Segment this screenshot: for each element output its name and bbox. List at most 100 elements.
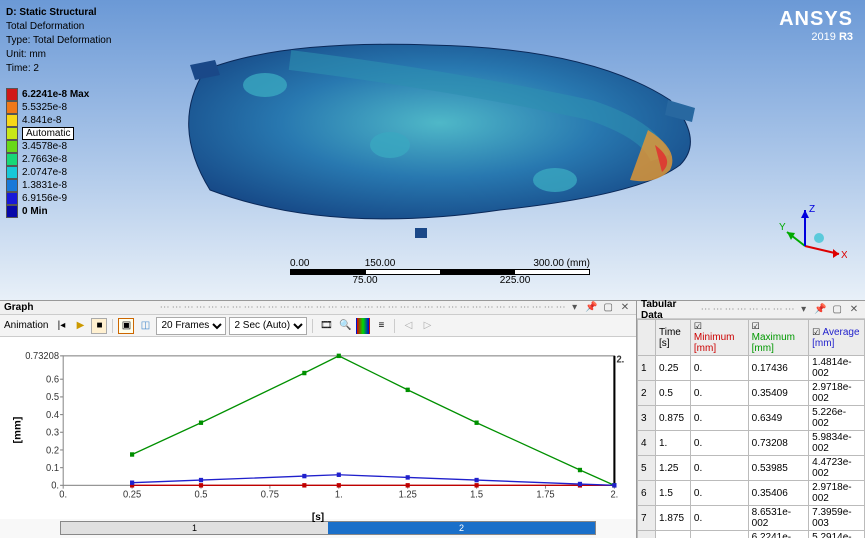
options1-icon[interactable]: ≡	[373, 318, 389, 334]
cell-time[interactable]: 1.875	[656, 506, 691, 531]
autohide-icon[interactable]: 📌	[584, 302, 598, 313]
table-row[interactable]: 10.250.0.174361.4814e-002	[638, 356, 865, 381]
play-button[interactable]: ▶	[72, 318, 88, 334]
color-legend[interactable]: 6.2241e-8 Max5.5325e-84.841e-8Automatic3…	[6, 88, 89, 218]
cell-avg[interactable]: 2.9718e-002	[809, 481, 865, 506]
legend-row[interactable]: 2.0747e-8	[6, 166, 89, 179]
data-table[interactable]: Time [s] ☑ Minimum [mm] ☑ Maximum [mm] ☑…	[637, 319, 865, 538]
graph-chart[interactable]: 0.0.10.20.30.40.50.60.732080.0.250.50.75…	[0, 337, 636, 519]
col-time[interactable]: Time [s]	[656, 320, 691, 356]
legend-label: 0 Min	[22, 206, 48, 217]
legend-label: 2.7663e-8	[22, 154, 67, 165]
cell-avg[interactable]: 2.9718e-002	[809, 381, 865, 406]
mode2-button[interactable]: ◫	[137, 318, 153, 334]
cell-time[interactable]: 1.	[656, 431, 691, 456]
cell-min[interactable]: 0.	[690, 531, 748, 538]
legend-row[interactable]: 3.4578e-8	[6, 140, 89, 153]
legend-swatch	[6, 153, 18, 166]
cell-avg[interactable]: 5.226e-002	[809, 406, 865, 431]
col-max[interactable]: ☑ Maximum [mm]	[748, 320, 809, 356]
cell-avg[interactable]: 4.4723e-002	[809, 456, 865, 481]
cell-min[interactable]: 0.	[690, 481, 748, 506]
table-row[interactable]: 82.0.6.2241e-0085.2914e-009	[638, 531, 865, 538]
cell-avg[interactable]: 5.9834e-002	[809, 431, 865, 456]
cell-max[interactable]: 8.6531e-002	[748, 506, 809, 531]
first-frame-button[interactable]: |◂	[53, 318, 69, 334]
deformed-model[interactable]	[150, 30, 710, 240]
step-bar[interactable]: 1 2	[60, 521, 596, 535]
legend-row[interactable]: 6.9156e-9	[6, 192, 89, 205]
col-avg[interactable]: ☑ Average [mm]	[809, 320, 865, 356]
svg-text:2.: 2.	[610, 489, 618, 500]
cell-time[interactable]: 0.25	[656, 356, 691, 381]
step-1[interactable]: 1	[61, 522, 328, 534]
orientation-triad[interactable]: X Y Z	[777, 200, 847, 270]
cell-max[interactable]: 0.35409	[748, 381, 809, 406]
legend-label: Automatic	[22, 127, 74, 140]
cell-avg[interactable]: 1.4814e-002	[809, 356, 865, 381]
cell-time[interactable]: 0.5	[656, 381, 691, 406]
col-min[interactable]: ☑ Minimum [mm]	[690, 320, 748, 356]
cell-max[interactable]: 0.35406	[748, 481, 809, 506]
next-step-button[interactable]: ▷	[419, 318, 435, 334]
cell-min[interactable]: 0.	[690, 506, 748, 531]
svg-text:1.25: 1.25	[399, 489, 417, 500]
cell-max[interactable]: 0.73208	[748, 431, 809, 456]
cell-time[interactable]: 2.	[656, 531, 691, 538]
collapse-icon[interactable]: ▢	[601, 302, 615, 313]
collapse-icon[interactable]: ▢	[830, 304, 844, 315]
legend-row[interactable]: 6.2241e-8 Max	[6, 88, 89, 101]
close-icon[interactable]: ✕	[847, 304, 861, 315]
pin-icon[interactable]: ▾	[797, 304, 811, 315]
frames-select[interactable]: 20 Frames	[156, 317, 226, 335]
svg-text:2.: 2.	[616, 354, 624, 365]
scale-bar: 0.00 150.00 300.00 (mm) 75.00 225.00	[290, 258, 590, 286]
duration-select[interactable]: 2 Sec (Auto)	[229, 317, 307, 335]
viewport-3d[interactable]: D: Static Structural Total Deformation T…	[0, 0, 865, 300]
cell-max[interactable]: 0.17436	[748, 356, 809, 381]
table-row[interactable]: 71.8750.8.6531e-0027.3959e-003	[638, 506, 865, 531]
step-2[interactable]: 2	[328, 522, 595, 534]
svg-text:Y: Y	[779, 222, 786, 233]
cell-avg[interactable]: 5.2914e-009	[809, 531, 865, 538]
export-button[interactable]: 🎞	[318, 318, 334, 334]
cell-min[interactable]: 0.	[690, 356, 748, 381]
cell-max[interactable]: 6.2241e-008	[748, 531, 809, 538]
table-row[interactable]: 30.8750.0.63495.226e-002	[638, 406, 865, 431]
legend-row[interactable]: 2.7663e-8	[6, 153, 89, 166]
row-number: 7	[638, 506, 656, 531]
cell-max[interactable]: 0.53985	[748, 456, 809, 481]
result-time: Time: 2	[6, 62, 111, 76]
cell-max[interactable]: 0.6349	[748, 406, 809, 431]
table-row[interactable]: 51.250.0.539854.4723e-002	[638, 456, 865, 481]
autohide-icon[interactable]: 📌	[813, 304, 827, 315]
table-row[interactable]: 61.50.0.354062.9718e-002	[638, 481, 865, 506]
legend-row[interactable]: 1.3831e-8	[6, 179, 89, 192]
legend-swatch	[6, 114, 18, 127]
cell-min[interactable]: 0.	[690, 431, 748, 456]
cell-time[interactable]: 1.5	[656, 481, 691, 506]
svg-text:0.5: 0.5	[194, 489, 207, 500]
legend-row[interactable]: Automatic	[6, 127, 89, 140]
color-bars-icon[interactable]	[356, 318, 370, 334]
cell-min[interactable]: 0.	[690, 406, 748, 431]
legend-label: 6.9156e-9	[22, 193, 67, 204]
legend-row[interactable]: 5.5325e-8	[6, 101, 89, 114]
stop-button[interactable]: ■	[91, 318, 107, 334]
table-row[interactable]: 20.50.0.354092.9718e-002	[638, 381, 865, 406]
cell-min[interactable]: 0.	[690, 381, 748, 406]
zoom-button[interactable]: 🔍	[337, 318, 353, 334]
result-header: D: Static Structural Total Deformation T…	[6, 6, 111, 76]
pin-icon[interactable]: ▾	[568, 302, 582, 313]
cell-avg[interactable]: 7.3959e-003	[809, 506, 865, 531]
prev-step-button[interactable]: ◁	[400, 318, 416, 334]
cell-min[interactable]: 0.	[690, 456, 748, 481]
graph-panel-title: Graph	[4, 302, 160, 313]
table-row[interactable]: 41.0.0.732085.9834e-002	[638, 431, 865, 456]
legend-row[interactable]: 0 Min	[6, 205, 89, 218]
cell-time[interactable]: 1.25	[656, 456, 691, 481]
cell-time[interactable]: 0.875	[656, 406, 691, 431]
close-icon[interactable]: ✕	[618, 302, 632, 313]
legend-row[interactable]: 4.841e-8	[6, 114, 89, 127]
mode1-button[interactable]: ▣	[118, 318, 134, 334]
